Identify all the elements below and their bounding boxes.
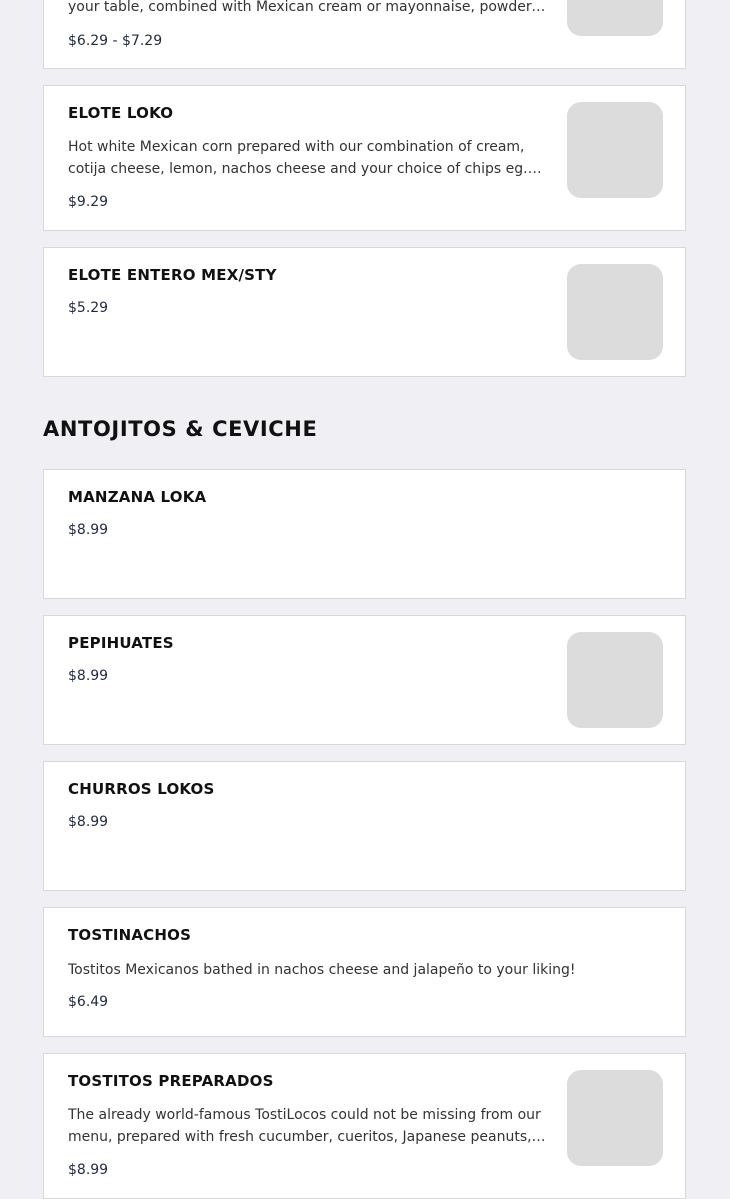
menu-item-price: $8.99: [68, 668, 109, 684]
menu-item-name: MANZANA LOKA: [68, 488, 207, 506]
menu-item-image: [567, 264, 663, 360]
menu-item-price: $5.29: [68, 300, 109, 316]
menu-item-description: Hot white Mexican corn prepared with our…: [68, 139, 528, 177]
menu-item-price: $6.49: [68, 994, 109, 1010]
menu-item-name: ELOTE ENTERO MEX/STY: [68, 266, 277, 284]
menu-item-price: $8.99: [68, 814, 109, 830]
menu-item-price: $9.29: [68, 194, 109, 210]
menu-item-name: TOSTINACHOS: [68, 926, 192, 944]
menu-item-name: TOSTITOS PREPARADOS: [68, 1072, 274, 1090]
menu-item-card[interactable]: MANZANA LOKA $8.99: [43, 469, 686, 599]
menu-item-card[interactable]: ELOTE LOKO Hot white Mexican corn prepar…: [43, 85, 686, 231]
menu-item-image: [567, 1070, 663, 1166]
menu-item-image: [567, 632, 663, 728]
menu-item-card[interactable]: your table, combined with Mexican cream …: [43, 0, 686, 69]
menu-item-name: PEPIHUATES: [68, 634, 174, 652]
menu-item-name: ELOTE LOKO: [68, 104, 174, 122]
menu-item-image: [567, 102, 663, 198]
section-title: ANTOJITOS & CEVICHE: [43, 417, 318, 441]
menu-item-image: [567, 0, 663, 36]
menu-item-card[interactable]: TOSTITOS PREPARADOS The already world-fa…: [43, 1053, 686, 1199]
menu-item-price: $6.29 - $7.29: [68, 33, 163, 49]
menu-item-description: Tostitos Mexicanos bathed in nachos chee…: [68, 962, 576, 978]
menu-item-description: The already world-famous TostiLocos coul…: [68, 1107, 546, 1145]
menu-item-price: $8.99: [68, 522, 109, 538]
menu-item-card[interactable]: ELOTE ENTERO MEX/STY $5.29: [43, 247, 686, 377]
menu-item-card[interactable]: CHURROS LOKOS $8.99: [43, 761, 686, 891]
menu-item-price: $8.99: [68, 1162, 109, 1178]
menu-item-description: your table, combined with Mexican cream …: [68, 0, 550, 15]
menu-item-card[interactable]: PEPIHUATES $8.99: [43, 615, 686, 745]
menu-item-card[interactable]: TOSTINACHOS Tostitos Mexicanos bathed in…: [43, 907, 686, 1037]
menu-item-name: CHURROS LOKOS: [68, 780, 215, 798]
